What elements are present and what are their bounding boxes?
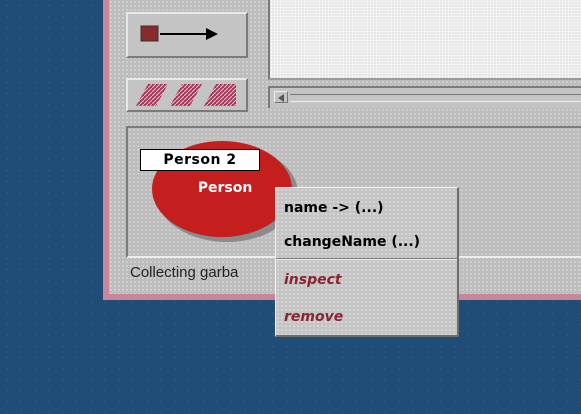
drawing-canvas[interactable]: [268, 0, 581, 80]
class-name-label: Person: [197, 180, 253, 196]
hatch-pattern-icon: [136, 84, 236, 106]
status-message: Collecting garba: [130, 264, 239, 281]
context-menu: name -> (...) changeName (...) inspect r…: [275, 187, 459, 337]
scroll-track[interactable]: [290, 94, 581, 102]
arrow-connector-icon: [140, 25, 218, 42]
horizontal-scrollbar[interactable]: [268, 86, 581, 108]
menu-item-remove[interactable]: remove: [284, 305, 343, 329]
scroll-left-icon[interactable]: [274, 91, 288, 103]
menu-item-change-name[interactable]: changeName (...): [284, 230, 420, 254]
instance-name-label[interactable]: Person 2: [140, 149, 260, 171]
menu-item-name[interactable]: name -> (...): [284, 196, 384, 220]
connection-tool-button[interactable]: [126, 12, 248, 58]
pattern-tool-button[interactable]: [126, 78, 248, 112]
menu-item-inspect[interactable]: inspect: [284, 268, 342, 292]
menu-divider: [276, 258, 457, 260]
